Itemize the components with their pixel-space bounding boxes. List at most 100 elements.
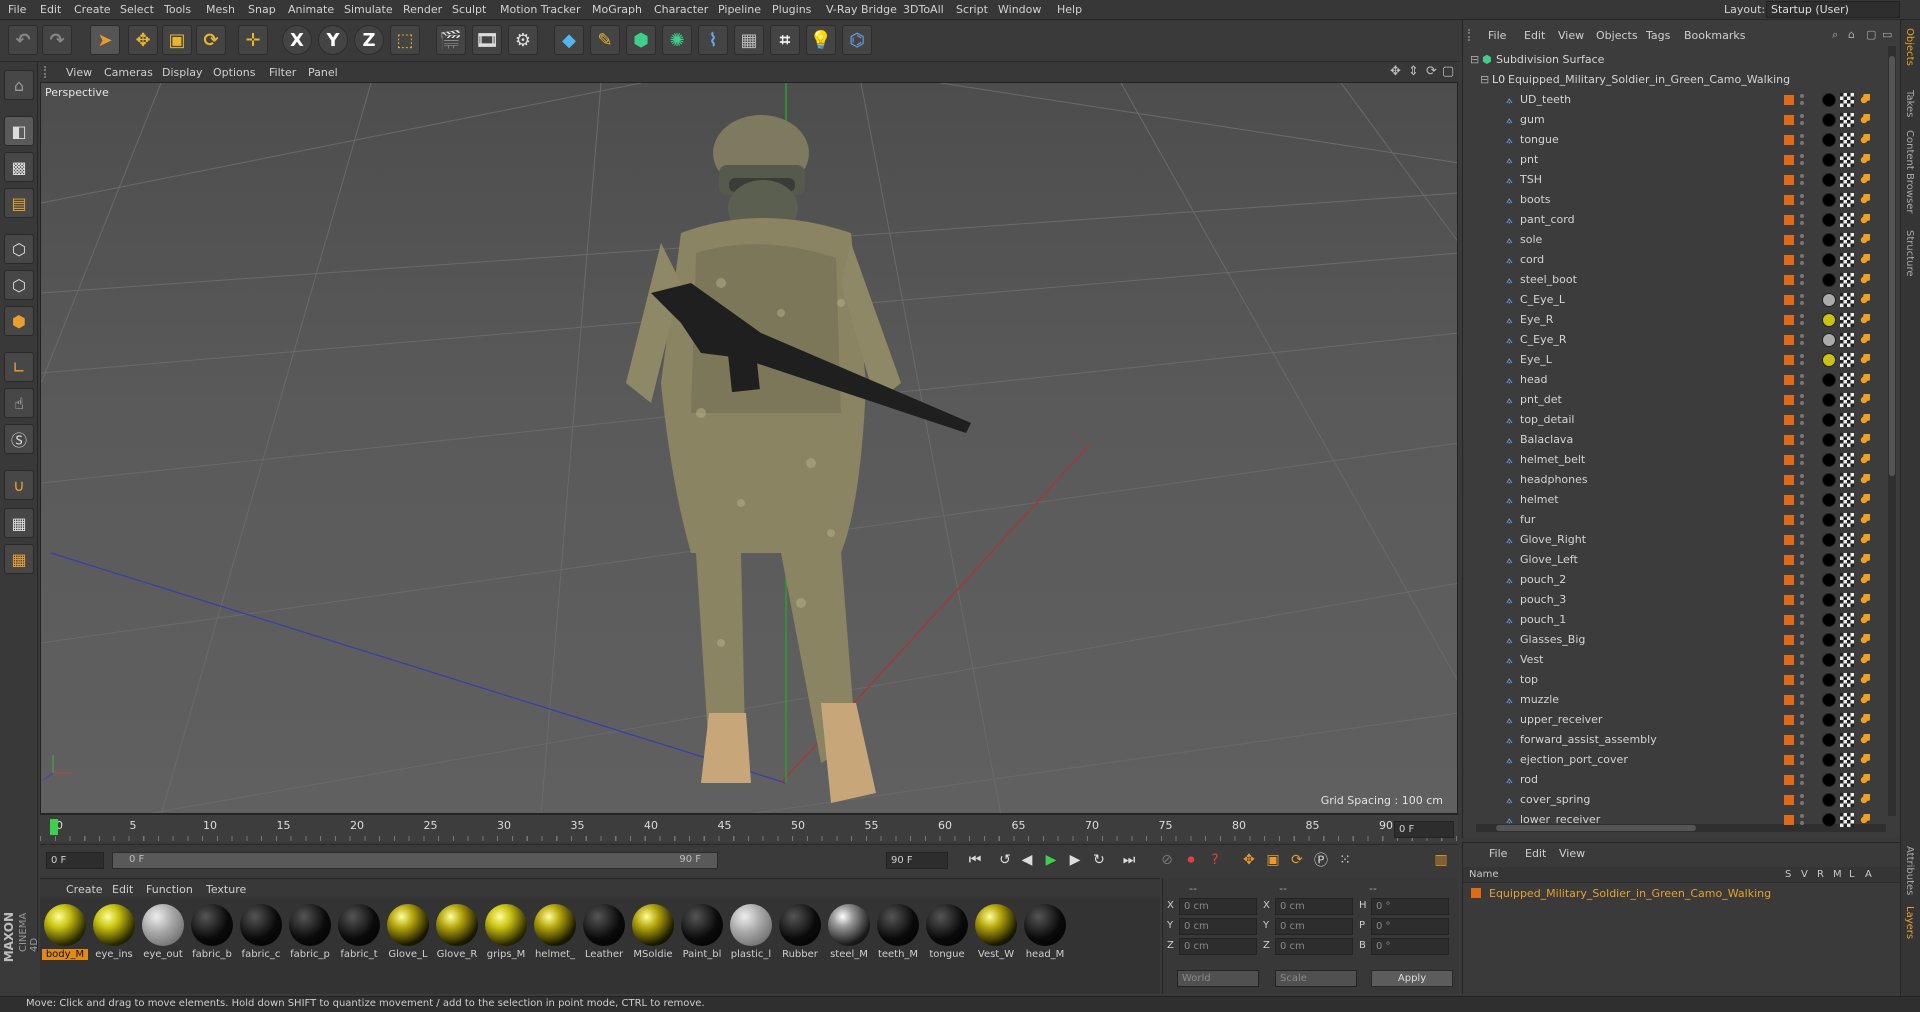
viewport-menu-filter[interactable]: Filter — [269, 66, 296, 79]
visibility-dot-editor[interactable] — [1800, 454, 1804, 458]
visibility-dot-render[interactable] — [1800, 241, 1804, 245]
material-tag-icon[interactable] — [1822, 93, 1836, 107]
phong-tag-icon[interactable] — [1858, 794, 1870, 806]
visibility-dot-render[interactable] — [1800, 501, 1804, 505]
material-tag-icon[interactable] — [1822, 733, 1836, 747]
uvw-tag-icon[interactable] — [1840, 193, 1854, 207]
object-row[interactable]: ⟑ head — [1462, 370, 1778, 390]
layer-color-swatch[interactable] — [1784, 355, 1794, 365]
object-row[interactable]: ⟑ top_detail — [1462, 410, 1778, 430]
phong-tag-icon[interactable] — [1858, 234, 1870, 246]
uvw-tag-icon[interactable] — [1840, 373, 1854, 387]
layers-menu-file[interactable]: File — [1489, 847, 1507, 860]
phong-tag-icon[interactable] — [1858, 714, 1870, 726]
visibility-dot-editor[interactable] — [1800, 534, 1804, 538]
uvw-tag-icon[interactable] — [1840, 493, 1854, 507]
layers-menu-view[interactable]: View — [1559, 847, 1585, 860]
uvw-tag-icon[interactable] — [1840, 473, 1854, 487]
make-editable-icon[interactable]: ⌂ — [4, 70, 34, 100]
material-tag-icon[interactable] — [1822, 693, 1836, 707]
layer-color-swatch[interactable] — [1784, 415, 1794, 425]
material-tag-icon[interactable] — [1822, 213, 1836, 227]
visibility-dot-render[interactable] — [1800, 381, 1804, 385]
phong-tag-icon[interactable] — [1858, 254, 1870, 266]
layer-color-swatch[interactable] — [1784, 615, 1794, 625]
material-tag-icon[interactable] — [1822, 193, 1836, 207]
menu-tools[interactable]: Tools — [164, 3, 191, 16]
model-mode-icon[interactable]: ◧ — [4, 116, 34, 146]
visibility-dot-render[interactable] — [1800, 561, 1804, 565]
current-frame-marker[interactable] — [50, 819, 58, 835]
visibility-dot-render[interactable] — [1800, 621, 1804, 625]
visibility-dot-editor[interactable] — [1800, 474, 1804, 478]
layer-color-swatch[interactable] — [1784, 635, 1794, 645]
material-swatch[interactable]: grips_M — [483, 904, 529, 960]
menu-3dtoall[interactable]: 3DToAll — [903, 3, 944, 16]
menu-pipeline[interactable]: Pipeline — [718, 3, 761, 16]
redo-icon[interactable]: ↷ — [42, 25, 72, 55]
visibility-dot-editor[interactable] — [1800, 714, 1804, 718]
deformer-icon[interactable]: ⌇ — [698, 25, 728, 55]
visibility-dot-render[interactable] — [1800, 581, 1804, 585]
uvw-tag-icon[interactable] — [1840, 753, 1854, 767]
phong-tag-icon[interactable] — [1858, 674, 1870, 686]
menu-simulate[interactable]: Simulate — [344, 3, 393, 16]
frame-range-slider[interactable]: 0 F 90 F — [112, 852, 718, 869]
material-menu-function[interactable]: Function — [146, 883, 193, 896]
uvw-tag-icon[interactable] — [1840, 353, 1854, 367]
uvw-tag-icon[interactable] — [1840, 173, 1854, 187]
coord-scale-dropdown[interactable]: Scale — [1275, 970, 1357, 987]
visibility-dot-editor[interactable] — [1800, 94, 1804, 98]
object-row[interactable]: ⟑ Eye_L — [1462, 350, 1778, 370]
coord-pos-field[interactable]: 0 cm — [1179, 898, 1257, 915]
menu-script[interactable]: Script — [956, 3, 988, 16]
points-mode-icon[interactable]: ⬡ — [4, 234, 34, 264]
object-row[interactable]: ⟑ headphones — [1462, 470, 1778, 490]
visibility-dot-editor[interactable] — [1800, 254, 1804, 258]
visibility-dot-render[interactable] — [1800, 441, 1804, 445]
uvw-tag-icon[interactable] — [1840, 613, 1854, 627]
phong-tag-icon[interactable] — [1858, 354, 1870, 366]
cloner-icon[interactable]: ✺ — [662, 25, 692, 55]
uvw-tag-icon[interactable] — [1840, 413, 1854, 427]
material-tag-icon[interactable] — [1822, 333, 1836, 347]
material-swatch[interactable]: body_M — [42, 904, 88, 960]
objects-menu-edit[interactable]: Edit — [1524, 29, 1545, 42]
visibility-dot-editor[interactable] — [1800, 734, 1804, 738]
object-row-parent[interactable]: ⊟ L0 Equipped_Military_Soldier_in_Green_… — [1462, 70, 1790, 90]
visibility-dot-editor[interactable] — [1800, 394, 1804, 398]
uvw-tag-icon[interactable] — [1840, 513, 1854, 527]
visibility-dot-render[interactable] — [1800, 301, 1804, 305]
uvw-tag-icon[interactable] — [1840, 653, 1854, 667]
visibility-dot-editor[interactable] — [1800, 234, 1804, 238]
menu-plugins[interactable]: Plugins — [772, 3, 811, 16]
object-row[interactable]: ⟑ cord — [1462, 250, 1778, 270]
uvw-tag-icon[interactable] — [1840, 793, 1854, 807]
camera-icon[interactable]: ⌗ — [770, 25, 800, 55]
phong-tag-icon[interactable] — [1858, 334, 1870, 346]
uvw-tag-icon[interactable] — [1840, 133, 1854, 147]
coord-pos-field[interactable]: 0 cm — [1179, 938, 1257, 955]
layer-color-swatch[interactable] — [1784, 235, 1794, 245]
uvw-tag-icon[interactable] — [1840, 733, 1854, 747]
phong-tag-icon[interactable] — [1858, 594, 1870, 606]
layer-row[interactable]: Equipped_Military_Soldier_in_Green_Camo_… — [1463, 885, 1901, 903]
phong-tag-icon[interactable] — [1858, 654, 1870, 666]
render-picture-viewer-icon[interactable]: 🎞 — [472, 25, 502, 55]
phong-tag-icon[interactable] — [1858, 574, 1870, 586]
search-icon[interactable]: ⌕ — [1832, 28, 1838, 42]
material-swatch[interactable]: plastic_l — [728, 904, 774, 960]
rotate-icon[interactable]: ⟳ — [196, 25, 226, 55]
tab-content-browser[interactable]: Content Browser — [1904, 130, 1915, 213]
visibility-dot-editor[interactable] — [1800, 614, 1804, 618]
start-frame-field[interactable]: 0 F — [46, 852, 104, 869]
layer-color-swatch[interactable] — [1784, 375, 1794, 385]
material-tag-icon[interactable] — [1822, 673, 1836, 687]
uvw-tag-icon[interactable] — [1840, 433, 1854, 447]
layer-color-swatch[interactable] — [1784, 475, 1794, 485]
visibility-dot-render[interactable] — [1800, 421, 1804, 425]
timeline-ruler[interactable]: 0 5 10 15 20 25 30 35 40 45 50 55 60 65 70 75 80 85 90 0 F — [40, 814, 1458, 842]
material-tag-icon[interactable] — [1822, 773, 1836, 787]
layer-color-swatch[interactable] — [1784, 255, 1794, 265]
phong-tag-icon[interactable] — [1858, 474, 1870, 486]
